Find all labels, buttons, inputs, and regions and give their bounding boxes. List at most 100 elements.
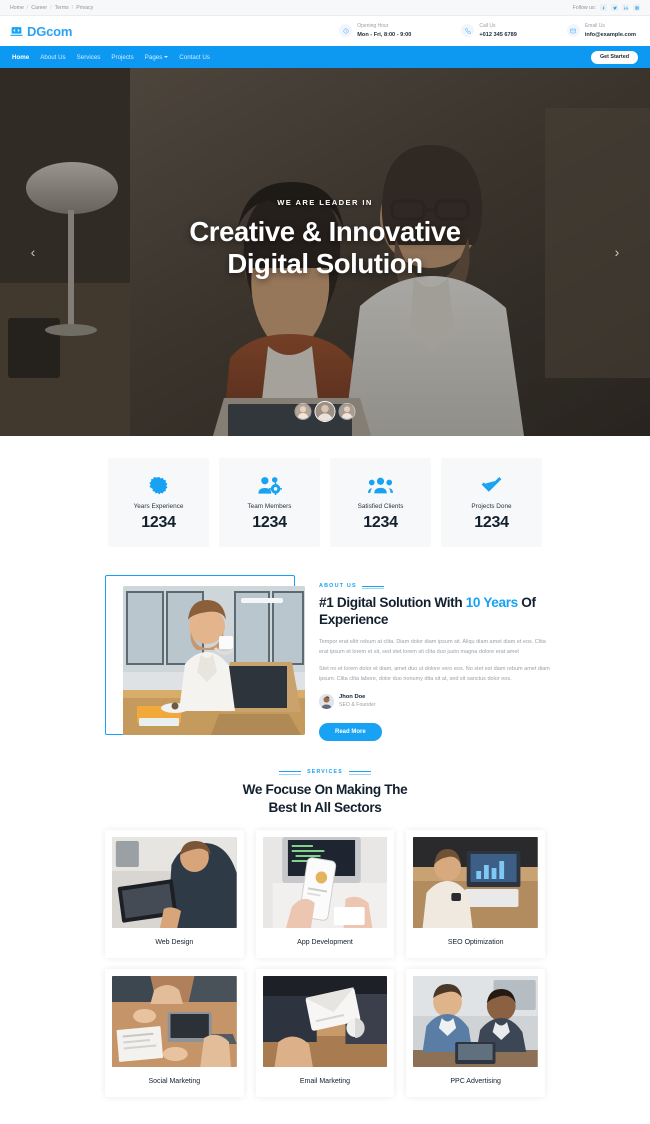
nav-label: Projects — [111, 53, 134, 61]
services-heading-line-2: Best In All Sectors — [268, 799, 382, 815]
breadcrumb: Home / Career / Terms / Privacy — [10, 5, 93, 11]
about-image-figure — [105, 575, 305, 740]
about-heading-highlight-2: Years — [483, 595, 518, 610]
service-name: App Development — [297, 939, 353, 947]
services-section: SERVICES We Focuse On Making The Best In… — [0, 741, 650, 1098]
carousel-thumb[interactable] — [294, 403, 312, 420]
nav-item-pages[interactable]: Pages — [145, 54, 169, 61]
about-kicker: ABOUT US — [319, 583, 550, 589]
breadcrumb-separator: / — [26, 4, 29, 11]
nav-label: About Us — [40, 53, 66, 61]
hero-carousel: WE ARE LEADER IN Creative & Innovative D… — [0, 68, 650, 436]
nav-item-services[interactable]: Services — [77, 54, 101, 61]
site-header: DGcom Opening Hour Mon - Fri, 8:00 - 9:0… — [0, 16, 650, 46]
stat-label: Years Experience — [133, 503, 184, 510]
envelope-icon — [566, 24, 580, 38]
clock-icon — [339, 24, 353, 38]
header-info-call-us: Call Us +012 345 6789 — [461, 23, 517, 39]
hero-kicker: WE ARE LEADER IN — [277, 197, 373, 207]
info-label: Call Us — [479, 23, 496, 30]
service-card-email-marketing[interactable]: Email Marketing — [255, 969, 395, 1098]
logo[interactable]: DGcom — [10, 24, 72, 39]
carousel-prev-button[interactable]: ‹ — [24, 243, 42, 261]
about-author: Jhon Doe SEO & Founder — [319, 693, 550, 710]
service-image — [262, 976, 388, 1068]
stat-value: 1234 — [474, 514, 509, 531]
service-card-social-marketing[interactable]: Social Marketing — [105, 969, 244, 1098]
service-card-seo-optimization[interactable]: SEO Optimization — [406, 830, 545, 959]
service-card-web-design[interactable]: Web Design — [105, 830, 244, 959]
service-card-app-development[interactable]: App Development — [255, 830, 395, 959]
nav-label: Home — [12, 53, 30, 61]
avatar — [319, 694, 334, 710]
service-name: PPC Advertising — [450, 1078, 501, 1086]
carousel-thumbnails — [294, 401, 356, 422]
about-content: ABOUT US #1 Digital Solution With 10 Yea… — [319, 575, 550, 741]
author-role: SEO & Founder — [339, 702, 376, 709]
service-name: Social Marketing — [148, 1078, 201, 1086]
services-header: SERVICES We Focuse On Making The Best In… — [105, 769, 545, 816]
about-heading: #1 Digital Solution With 10 Years Of Exp… — [319, 594, 550, 629]
info-value: Mon - Fri, 8:00 - 9:00 — [357, 31, 412, 38]
topbar-link-terms[interactable]: Terms — [55, 5, 69, 11]
services-heading: We Focuse On Making The Best In All Sect… — [105, 781, 545, 816]
hero-title-line-1: Creative & Innovative — [189, 215, 461, 247]
stats-grid: Years Experience 1234 Team Members 1234 … — [108, 458, 542, 547]
linkedin-icon[interactable] — [622, 4, 629, 11]
stat-label: Team Members — [247, 503, 292, 510]
stat-value: 1234 — [141, 514, 176, 531]
laptop-code-icon — [10, 25, 23, 38]
nav-item-contact-us[interactable]: Contact Us — [179, 54, 210, 61]
nav-links: Home About Us Services Projects Pages Co… — [12, 54, 210, 61]
users-cog-icon — [257, 474, 282, 496]
stat-value: 1234 — [252, 514, 287, 531]
info-label: Opening Hour — [357, 23, 389, 30]
services-grid: Web Design App Development SEO Optimizat… — [105, 830, 545, 1098]
carousel-thumb[interactable] — [338, 403, 356, 420]
topbar-link-home[interactable]: Home — [10, 5, 24, 11]
stat-card-projects-done: Projects Done 1234 — [441, 458, 542, 547]
users-icon — [368, 474, 393, 496]
service-name: Email Marketing — [299, 1078, 351, 1086]
brand-name: DGcom — [27, 23, 73, 39]
twitter-icon[interactable] — [611, 4, 618, 11]
follow-us-label: Follow us: — [572, 4, 596, 11]
services-kicker: SERVICES — [105, 769, 545, 775]
about-section: ABOUT US #1 Digital Solution With 10 Yea… — [0, 575, 650, 741]
breadcrumb-separator: / — [71, 4, 74, 11]
carousel-thumb-active[interactable] — [314, 401, 336, 422]
info-value: +012 345 6789 — [479, 31, 517, 38]
instagram-icon[interactable] — [633, 4, 640, 11]
about-paragraph-2: Stet no et lorem dolor et diam, amet duo… — [319, 666, 550, 683]
stats-section: Years Experience 1234 Team Members 1234 … — [0, 436, 650, 575]
services-heading-line-1: We Focuse On Making The — [242, 781, 408, 797]
hero-title-line-2: Digital Solution — [227, 248, 423, 279]
read-more-button[interactable]: Read More — [319, 722, 382, 741]
about-paragraph-1: Tempor erat elitr rebum at clita. Diam d… — [319, 638, 546, 655]
facebook-icon[interactable] — [600, 4, 607, 11]
topbar-link-career[interactable]: Career — [31, 5, 47, 11]
topbar-link-privacy[interactable]: Privacy — [76, 5, 93, 11]
nav-item-about-us[interactable]: About Us — [40, 54, 65, 61]
hero-content: WE ARE LEADER IN Creative & Innovative D… — [0, 68, 650, 436]
get-started-button[interactable]: Get Started — [590, 50, 638, 64]
stat-value: 1234 — [363, 514, 398, 531]
nav-item-projects[interactable]: Projects — [111, 54, 133, 61]
service-image — [112, 837, 237, 929]
service-card-ppc-advertising[interactable]: PPC Advertising — [406, 969, 545, 1098]
nav-item-home[interactable]: Home — [12, 54, 29, 61]
kicker-line — [279, 771, 302, 775]
check-icon — [480, 474, 503, 496]
stat-card-team-members: Team Members 1234 — [219, 458, 320, 547]
service-name: Web Design — [155, 939, 194, 947]
kicker-line — [348, 771, 371, 775]
info-label: Email Us — [584, 23, 605, 30]
stat-label: Satisfied Clients — [357, 503, 404, 510]
about-heading-highlight-1: 10 — [465, 595, 481, 610]
social-links: Follow us: — [573, 4, 640, 11]
service-image — [112, 976, 237, 1068]
stat-label: Projects Done — [471, 503, 512, 510]
stat-card-satisfied-clients: Satisfied Clients 1234 — [330, 458, 431, 547]
service-image — [413, 837, 538, 929]
carousel-next-button[interactable]: › — [608, 243, 626, 261]
